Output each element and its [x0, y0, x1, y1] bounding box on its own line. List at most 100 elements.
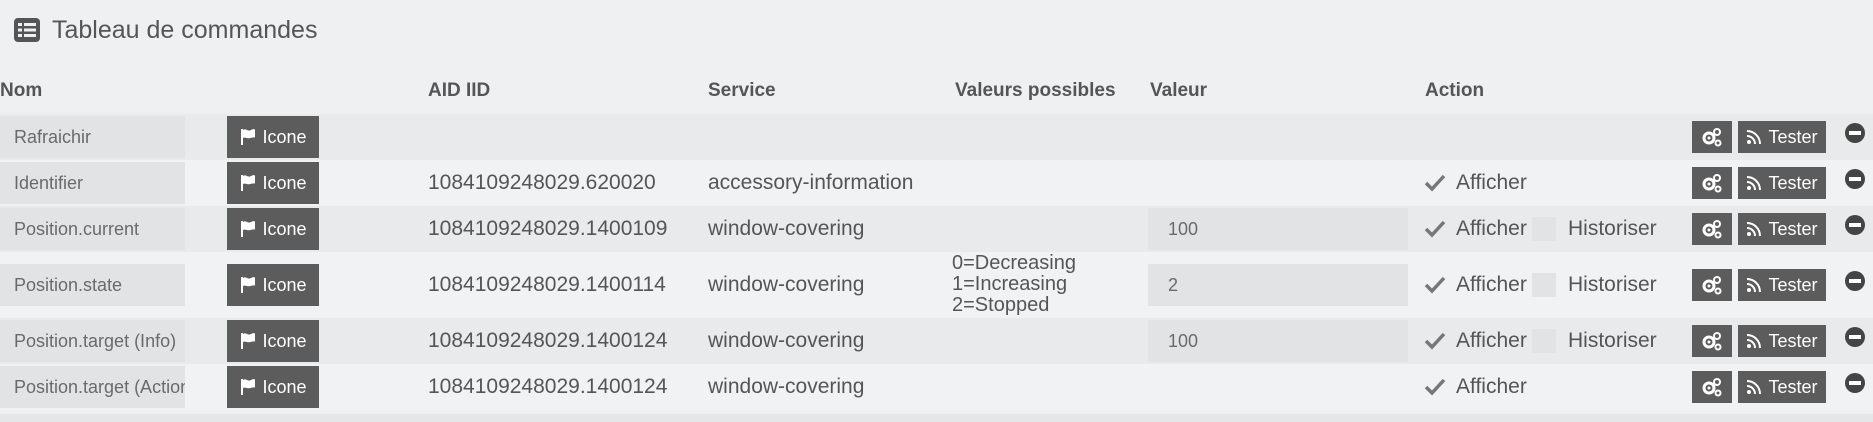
rss-icon	[1747, 334, 1762, 349]
remove-icon[interactable]	[1845, 271, 1865, 291]
table-header: Nom AID IID Service Valeurs possibles Va…	[0, 70, 1873, 114]
configure-button[interactable]	[1692, 371, 1732, 403]
afficher-checkbox[interactable]: Afficher	[1422, 374, 1527, 400]
flag-icon	[241, 175, 256, 191]
service: accessory-information	[708, 171, 914, 194]
aid-iid: 1084109248029.1400109	[428, 217, 668, 240]
header-service: Service	[708, 80, 776, 101]
historiser-checkbox[interactable]: Historiser	[1532, 272, 1657, 298]
icone-button[interactable]: Icone	[227, 264, 319, 306]
table-row: Position.target (Action) Icone 10841092480…	[0, 364, 1873, 410]
icone-label: Icone	[262, 172, 307, 193]
valeur-field[interactable]: 2	[1148, 264, 1408, 306]
historiser-checkbox[interactable]: Historiser	[1532, 328, 1657, 354]
tester-button[interactable]: Tester	[1738, 121, 1826, 153]
tester-button[interactable]: Tester	[1738, 213, 1826, 245]
table-row: Position.target (Info) Icone 1084109248029…	[0, 318, 1873, 364]
rss-icon	[1747, 222, 1762, 237]
aid-iid: 1084109248029.620020	[428, 171, 656, 194]
afficher-label: Afficher	[1456, 171, 1527, 194]
icone-button[interactable]: Icone	[227, 366, 319, 408]
afficher-label: Afficher	[1456, 273, 1527, 296]
command-name-field[interactable]: Position.target (Info)	[0, 320, 185, 362]
tester-label: Tester	[1768, 172, 1818, 193]
configure-button[interactable]	[1692, 269, 1732, 301]
afficher-checkbox[interactable]: Afficher	[1422, 328, 1527, 354]
check-icon	[1424, 220, 1446, 238]
table-row: Identifier Icone 1084109248029.620020 acces…	[0, 160, 1873, 206]
command-name-field[interactable]: Rafraichir	[0, 116, 185, 158]
service: window-covering	[708, 273, 865, 296]
command-name-field[interactable]: Position.current	[0, 208, 185, 250]
gears-icon	[1702, 378, 1722, 397]
icone-label: Icone	[262, 126, 307, 147]
remove-icon[interactable]	[1845, 215, 1865, 235]
icone-button[interactable]: Icone	[227, 208, 319, 250]
tester-button[interactable]: Tester	[1738, 269, 1826, 301]
historiser-label: Historiser	[1568, 329, 1657, 352]
valeur-field[interactable]: 100	[1148, 320, 1408, 362]
afficher-checkbox[interactable]: Afficher	[1422, 216, 1527, 242]
icone-label: Icone	[262, 376, 307, 397]
remove-icon[interactable]	[1845, 123, 1865, 143]
tester-button[interactable]: Tester	[1738, 325, 1826, 357]
rss-icon	[1747, 380, 1762, 395]
service: window-covering	[708, 375, 865, 398]
rss-icon	[1747, 130, 1762, 145]
tester-label: Tester	[1768, 218, 1818, 239]
check-icon	[1424, 378, 1446, 396]
valeur-possible: 0=Decreasing	[952, 252, 1076, 274]
configure-button[interactable]	[1692, 213, 1732, 245]
configure-button[interactable]	[1692, 167, 1732, 199]
table-footer-strip	[0, 414, 1873, 422]
remove-icon[interactable]	[1845, 169, 1865, 189]
header-aid-iid: AID IID	[428, 80, 491, 101]
valeur-possible: 2=Stopped	[952, 294, 1050, 316]
afficher-label: Afficher	[1456, 217, 1527, 240]
historiser-box[interactable]	[1532, 217, 1556, 241]
configure-button[interactable]	[1692, 121, 1732, 153]
header-valeur: Valeur	[1150, 80, 1208, 101]
historiser-box[interactable]	[1532, 329, 1556, 353]
aid-iid: 1084109248029.1400124	[428, 375, 668, 398]
page-title-block: Tableau de commandes	[14, 14, 317, 46]
historiser-label: Historiser	[1568, 273, 1657, 296]
icone-button[interactable]: Icone	[227, 320, 319, 362]
gears-icon	[1702, 332, 1722, 351]
afficher-label: Afficher	[1456, 375, 1527, 398]
historiser-label: Historiser	[1568, 217, 1657, 240]
valeur-field[interactable]: 100	[1148, 208, 1408, 250]
service: window-covering	[708, 329, 865, 352]
command-name-field[interactable]: Identifier	[0, 162, 185, 204]
configure-button[interactable]	[1692, 325, 1732, 357]
check-icon	[1424, 174, 1446, 192]
tester-button[interactable]: Tester	[1738, 371, 1826, 403]
page-title: Tableau de commandes	[52, 15, 318, 44]
command-name-field[interactable]: Position.target (Action)	[0, 366, 185, 408]
afficher-checkbox[interactable]: Afficher	[1422, 170, 1527, 196]
rss-icon	[1747, 176, 1762, 191]
table-row: Position.current Icone 1084109248029.14001…	[0, 206, 1873, 252]
icone-button[interactable]: Icone	[227, 162, 319, 204]
afficher-checkbox[interactable]: Afficher	[1422, 272, 1527, 298]
remove-icon[interactable]	[1845, 327, 1865, 347]
valeurs-possibles: 0=Decreasing 1=Increasing 2=Stopped	[952, 253, 1076, 316]
historiser-checkbox[interactable]: Historiser	[1532, 216, 1657, 242]
check-icon	[1424, 332, 1446, 350]
gears-icon	[1702, 276, 1722, 295]
gears-icon	[1702, 220, 1722, 239]
command-name-field[interactable]: Position.state	[0, 264, 185, 306]
header-action: Action	[1425, 80, 1485, 101]
historiser-box[interactable]	[1532, 273, 1556, 297]
flag-icon	[241, 129, 256, 145]
list-icon	[14, 18, 40, 42]
icone-label: Icone	[262, 330, 307, 351]
table-row: Rafraichir Icone Tester	[0, 114, 1873, 160]
remove-icon[interactable]	[1845, 373, 1865, 393]
icone-label: Icone	[262, 274, 307, 295]
flag-icon	[241, 333, 256, 349]
icone-button[interactable]: Icone	[227, 116, 319, 158]
tester-label: Tester	[1768, 330, 1818, 351]
tester-button[interactable]: Tester	[1738, 167, 1826, 199]
aid-iid: 1084109248029.1400114	[428, 273, 666, 296]
